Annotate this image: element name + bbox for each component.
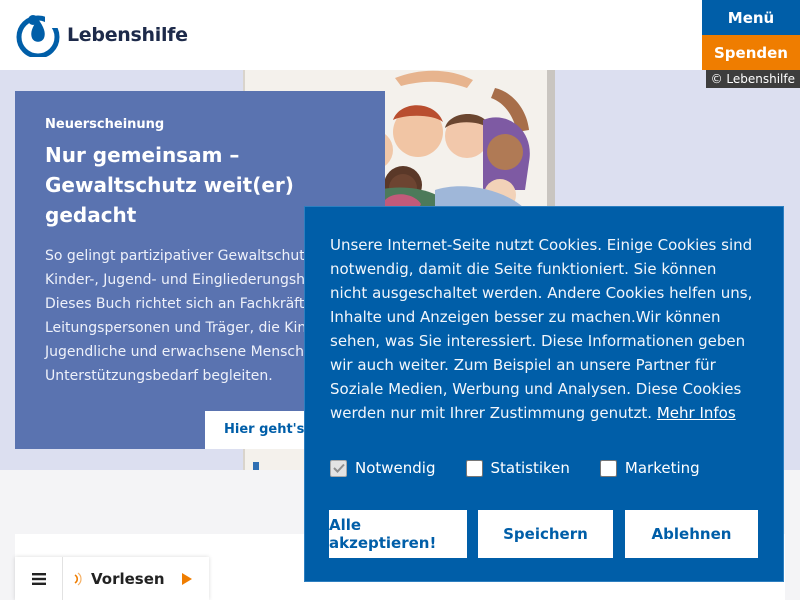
site-logo[interactable]: Lebenshilfe [15, 13, 188, 57]
more-info-link[interactable]: Mehr Infos [657, 404, 736, 422]
save-button[interactable]: Speichern [477, 510, 613, 558]
cookie-consent-dialog: Unsere Internet-Seite nutzt Cookies. Ein… [304, 206, 784, 582]
checkbox-marketing[interactable] [599, 459, 617, 477]
checkbox-necessary[interactable] [330, 459, 347, 477]
cookie-text-body: Unsere Internet-Seite nutzt Cookies. Ein… [330, 236, 753, 422]
sound-wave-icon [74, 572, 82, 585]
logo-wordmark: Lebenshilfe [67, 24, 188, 46]
option-marketing-label: Marketing [624, 459, 700, 477]
checkmark-icon [332, 463, 345, 473]
option-necessary-label: Notwendig [355, 459, 436, 477]
accept-all-button[interactable]: Alle akzeptieren! [329, 510, 467, 558]
lebenshilfe-logo-icon [16, 14, 60, 57]
read-aloud-bar: Vorlesen [15, 557, 209, 600]
decline-button[interactable]: Ablehnen [624, 510, 758, 558]
play-icon[interactable] [181, 572, 193, 586]
read-aloud-label[interactable]: Vorlesen [91, 570, 165, 588]
image-copyright: © Lebenshilfe [705, 70, 800, 88]
site-header: Lebenshilfe Menü Spenden [0, 0, 800, 70]
donate-button[interactable]: Spenden [702, 35, 800, 70]
cookie-buttons: Alle akzeptieren! Speichern Ablehnen [329, 510, 758, 558]
option-statistics-label: Statistiken [490, 459, 570, 477]
hamburger-icon [31, 572, 46, 585]
option-marketing: Marketing [599, 459, 700, 477]
checkbox-statistics[interactable] [465, 459, 483, 477]
read-aloud-menu-button[interactable] [15, 557, 63, 600]
option-necessary: Notwendig [330, 459, 436, 477]
option-statistics: Statistiken [465, 459, 570, 477]
cookie-options: Notwendig Statistiken Marketing [330, 459, 758, 477]
teaser-kicker: Neuerscheinung [45, 117, 165, 132]
menu-button[interactable]: Menü [702, 0, 800, 35]
cookie-text: Unsere Internet-Seite nutzt Cookies. Ein… [330, 233, 758, 425]
